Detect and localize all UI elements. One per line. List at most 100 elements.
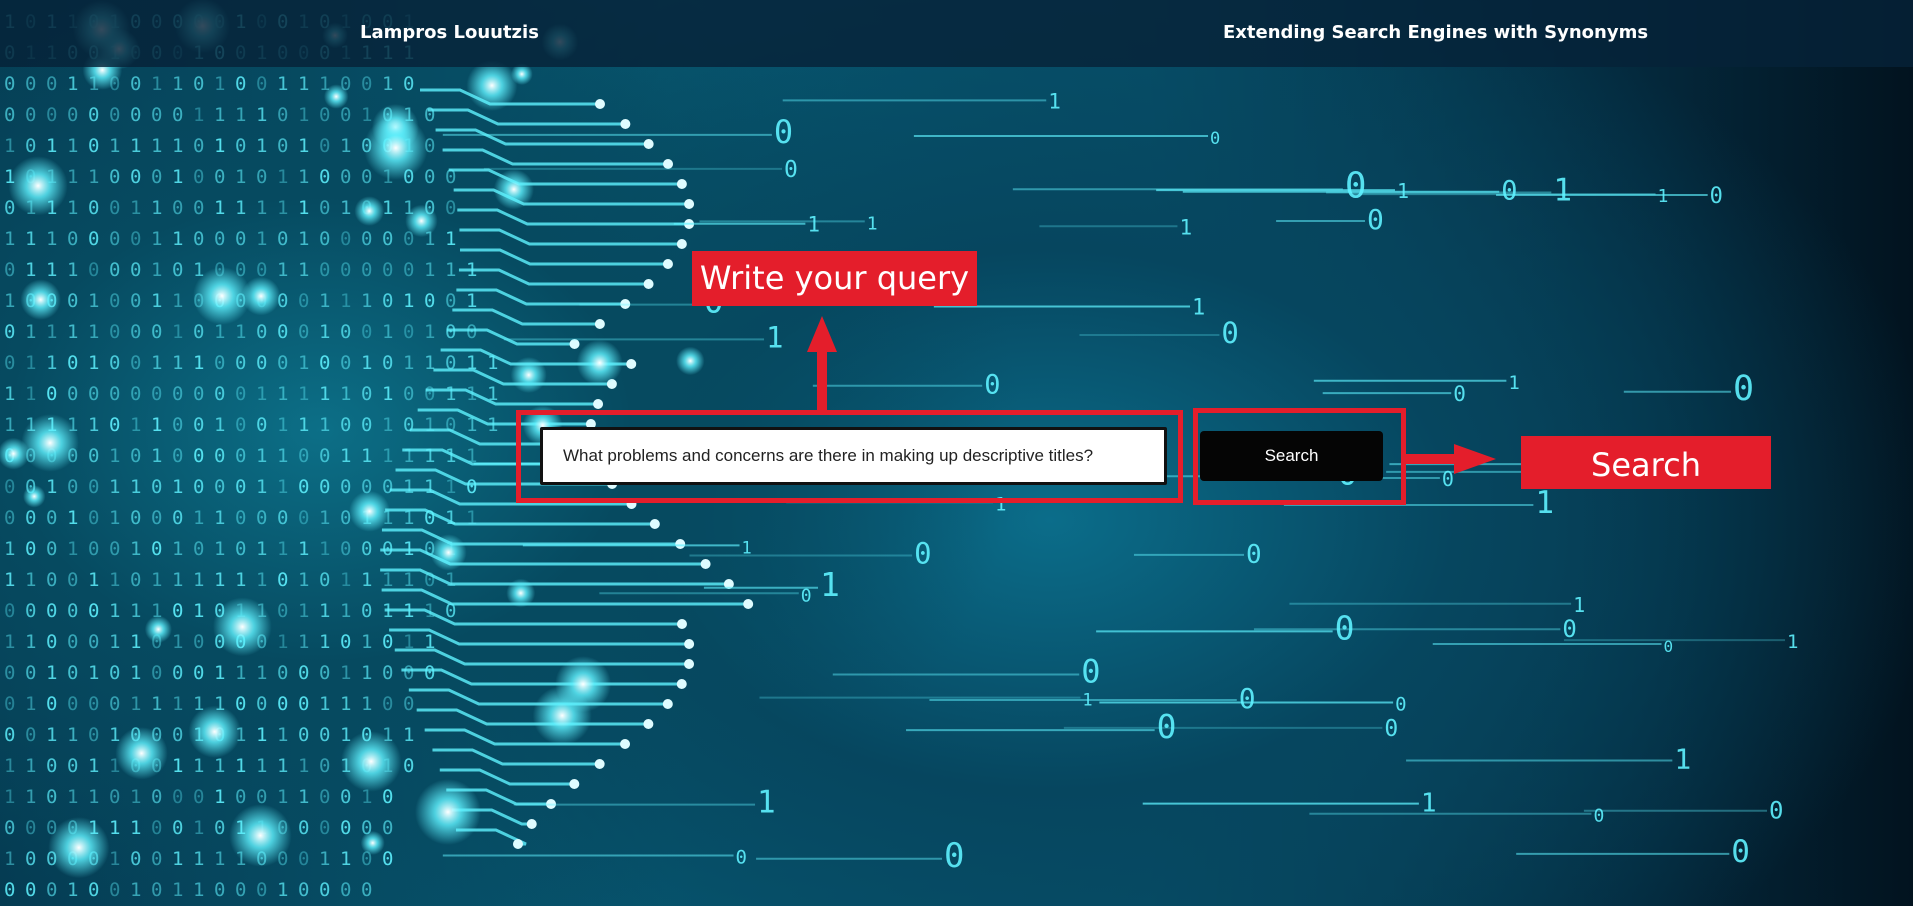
svg-text:0: 0 (130, 569, 141, 591)
svg-text:1: 1 (256, 755, 267, 777)
svg-text:1: 1 (172, 755, 183, 777)
svg-text:0: 0 (151, 848, 162, 870)
svg-text:0: 0 (46, 383, 57, 405)
svg-text:0: 0 (1593, 806, 1604, 827)
svg-text:0: 0 (172, 662, 183, 684)
svg-text:0: 0 (46, 631, 57, 653)
svg-text:1: 1 (424, 476, 435, 498)
svg-text:0: 0 (130, 507, 141, 529)
svg-text:0: 0 (340, 321, 351, 343)
svg-text:1: 1 (67, 724, 78, 746)
svg-text:0: 0 (193, 538, 204, 560)
svg-text:0: 0 (319, 228, 330, 250)
svg-text:1: 1 (298, 135, 309, 157)
svg-text:1: 1 (277, 166, 288, 188)
svg-text:0: 0 (256, 879, 267, 901)
svg-text:0: 0 (424, 166, 435, 188)
svg-text:1: 1 (807, 213, 820, 237)
svg-text:0: 0 (109, 321, 120, 343)
svg-text:0: 0 (46, 104, 57, 126)
svg-text:0: 0 (235, 383, 246, 405)
svg-text:1: 1 (4, 414, 15, 436)
svg-text:1: 1 (298, 73, 309, 95)
svg-text:0: 0 (1710, 184, 1723, 209)
svg-text:1: 1 (256, 135, 267, 157)
svg-text:0: 0 (361, 538, 372, 560)
svg-text:1: 1 (256, 662, 267, 684)
svg-text:1: 1 (109, 569, 120, 591)
svg-text:1: 1 (193, 755, 204, 777)
svg-text:1: 1 (256, 228, 267, 250)
svg-text:0: 0 (151, 476, 162, 498)
svg-text:0: 0 (25, 817, 36, 839)
svg-text:1: 1 (319, 600, 330, 622)
svg-text:0: 0 (4, 73, 15, 95)
svg-text:1: 1 (277, 879, 288, 901)
svg-text:0: 0 (67, 755, 78, 777)
svg-text:0: 0 (382, 290, 393, 312)
svg-text:0: 0 (172, 786, 183, 808)
svg-text:0: 0 (172, 507, 183, 529)
svg-text:1: 1 (46, 135, 57, 157)
svg-text:0: 0 (109, 662, 120, 684)
svg-text:1: 1 (277, 445, 288, 467)
svg-text:1: 1 (172, 73, 183, 95)
svg-text:0: 0 (109, 290, 120, 312)
svg-text:0: 0 (256, 352, 267, 374)
svg-text:0: 0 (319, 197, 330, 219)
svg-text:0: 0 (88, 538, 99, 560)
svg-text:1: 1 (445, 507, 456, 529)
svg-text:1: 1 (277, 755, 288, 777)
search-button[interactable]: Search (1200, 431, 1383, 481)
svg-text:0: 0 (130, 445, 141, 467)
svg-text:1: 1 (130, 786, 141, 808)
svg-text:1: 1 (109, 135, 120, 157)
svg-text:1: 1 (319, 693, 330, 715)
svg-text:1: 1 (130, 135, 141, 157)
svg-text:1: 1 (277, 476, 288, 498)
svg-text:0: 0 (214, 817, 225, 839)
svg-text:1: 1 (382, 383, 393, 405)
svg-text:0: 0 (109, 104, 120, 126)
svg-text:0: 0 (1210, 129, 1220, 149)
svg-text:1: 1 (1192, 296, 1205, 321)
svg-text:0: 0 (67, 228, 78, 250)
svg-text:1: 1 (298, 786, 309, 808)
svg-text:1: 1 (298, 414, 309, 436)
svg-text:1: 1 (214, 197, 225, 219)
svg-text:0: 0 (4, 724, 15, 746)
svg-text:1: 1 (88, 755, 99, 777)
svg-text:0: 0 (256, 73, 267, 95)
arrow-up-icon (807, 316, 837, 412)
search-input[interactable] (540, 427, 1167, 485)
svg-text:1: 1 (4, 135, 15, 157)
svg-text:0: 0 (445, 321, 456, 343)
svg-text:1: 1 (361, 104, 372, 126)
svg-text:0: 0 (1501, 176, 1517, 207)
svg-text:1: 1 (766, 320, 783, 354)
svg-text:1: 1 (214, 755, 225, 777)
svg-text:0: 0 (403, 755, 414, 777)
svg-text:0: 0 (340, 166, 351, 188)
svg-text:0: 0 (151, 383, 162, 405)
svg-text:1: 1 (109, 817, 120, 839)
svg-text:0: 0 (193, 414, 204, 436)
svg-text:1: 1 (130, 817, 141, 839)
svg-text:0: 0 (88, 445, 99, 467)
svg-text:0: 0 (46, 600, 57, 622)
svg-text:0: 0 (340, 228, 351, 250)
svg-text:1: 1 (319, 383, 330, 405)
svg-text:1: 1 (4, 228, 15, 250)
svg-text:0: 0 (340, 817, 351, 839)
svg-text:1: 1 (25, 569, 36, 591)
svg-text:1: 1 (4, 538, 15, 560)
svg-text:0: 0 (46, 693, 57, 715)
svg-text:0: 0 (1395, 693, 1406, 715)
svg-text:0: 0 (319, 786, 330, 808)
svg-text:1: 1 (445, 383, 456, 405)
svg-text:0: 0 (46, 786, 57, 808)
svg-text:0: 0 (235, 476, 246, 498)
svg-text:0: 0 (214, 352, 225, 374)
svg-text:0: 0 (214, 166, 225, 188)
svg-text:1: 1 (235, 662, 246, 684)
